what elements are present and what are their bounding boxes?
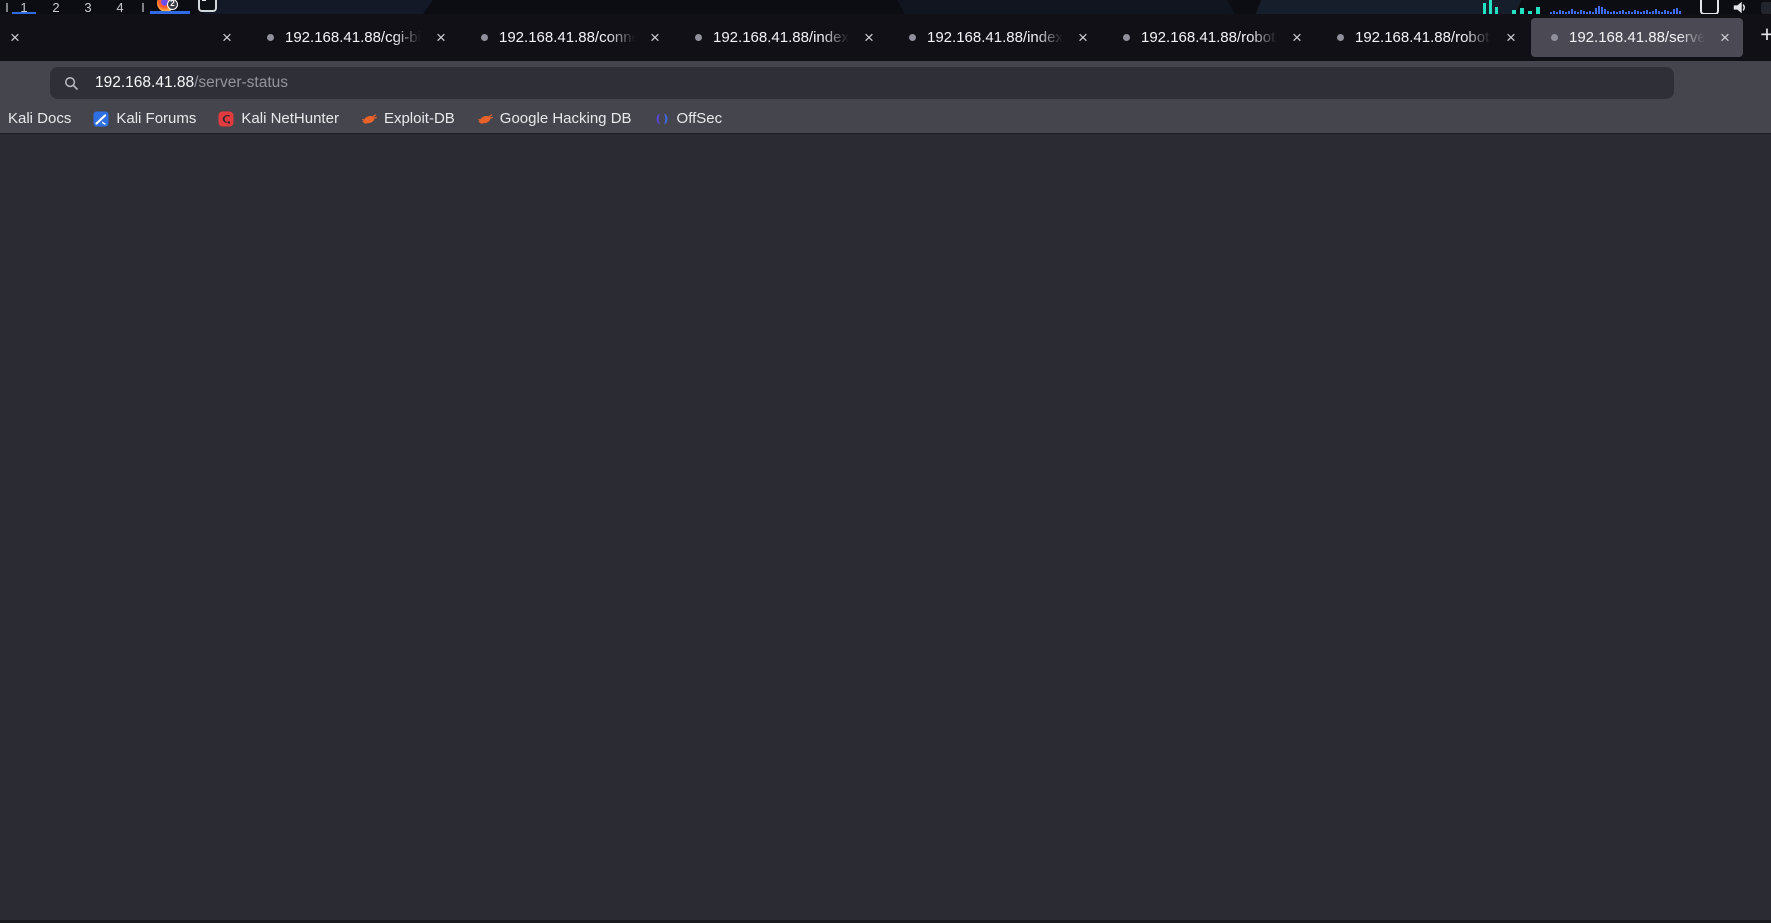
tray-partial-icon [1761, 2, 1771, 14]
search-icon [64, 76, 79, 91]
bookmark-item[interactable]: Exploit-DB [361, 107, 455, 131]
bookmark-label: Kali NetHunter [241, 110, 339, 127]
bookmark-label: Google Hacking DB [500, 110, 632, 127]
firefox-window-count-badge: 2 [167, 0, 178, 10]
wallpaper-shape [895, 0, 1235, 14]
bookmark-item[interactable]: Kali NetHunter [218, 107, 339, 131]
tab-close-button[interactable]: × [1073, 29, 1093, 46]
workspace-button-2[interactable]: 2 [40, 0, 72, 14]
tab-title: 192.168.41.88/server-status [1569, 29, 1709, 46]
bookmark-label: Kali Forums [116, 110, 196, 127]
browser-tab[interactable]: 192.168.41.88/index × [675, 18, 887, 57]
tab-close-button[interactable]: × [1287, 29, 1307, 46]
bookmark-label: OffSec [677, 110, 723, 127]
tab-title: 192.168.41.88/cgi-bin/ [285, 29, 425, 46]
browser-tab[interactable]: × [33, 18, 245, 57]
panel-left-section: 1234 2 [0, 0, 220, 14]
bookmark-label: Exploit-DB [384, 110, 455, 127]
page-favicon-icon [695, 34, 702, 41]
bookmark-item[interactable]: OffSec [654, 107, 723, 131]
browser-tab[interactable]: 192.168.41.88/connect × [461, 18, 673, 57]
workspace-switcher: 1234 [8, 0, 136, 14]
browser-tab[interactable]: 192.168.41.88/robots × [1103, 18, 1315, 57]
tab-title: 192.168.41.88/robots.txt [1355, 29, 1495, 46]
tab-strip: RL××192.168.41.88/cgi-bin/×192.168.41.88… [0, 18, 1744, 57]
browser-tab[interactable]: 192.168.41.88/index.php × [889, 18, 1101, 57]
page-favicon-icon [1551, 34, 1558, 41]
browser-tab[interactable]: 192.168.41.88/cgi-bin/ × [247, 18, 459, 57]
page-favicon-icon [267, 34, 274, 41]
equalizer-monitor-icon [1483, 0, 1498, 14]
panel-tray-section [1483, 0, 1771, 14]
offsec-icon [654, 111, 670, 127]
page-favicon-icon [1123, 34, 1130, 41]
url-text: 192.168.41.88/server-status [95, 74, 288, 92]
browser-tab-active[interactable]: 192.168.41.88/server-status × [1531, 18, 1743, 57]
wallpaper-shape [203, 0, 437, 14]
tab-close-button[interactable]: × [1501, 29, 1521, 46]
page-favicon-icon [909, 34, 916, 41]
bookmark-item[interactable]: Kali Docs [8, 107, 71, 131]
clipboard-tray-icon[interactable] [1700, 0, 1717, 14]
tab-close-button[interactable]: × [5, 29, 25, 46]
page-content [0, 135, 1771, 921]
workspace-button-1[interactable]: 1 [8, 0, 40, 14]
network-graph-icon [1550, 5, 1686, 14]
panel-separator [142, 3, 144, 12]
new-tab-button[interactable]: + [1752, 23, 1771, 53]
url-path: /server-status [194, 74, 288, 91]
tab-close-button[interactable]: × [859, 29, 879, 46]
browser-tab[interactable]: RL× [1, 18, 31, 57]
speaker-icon[interactable] [1731, 1, 1751, 14]
tab-close-button[interactable]: × [431, 29, 451, 46]
url-domain: 192.168.41.88 [95, 74, 194, 91]
navigation-toolbar: 192.168.41.88/server-status [0, 61, 1771, 104]
desktop-panel: 1234 2 [0, 0, 1771, 14]
tab-bar: RL××192.168.41.88/cgi-bin/×192.168.41.88… [0, 14, 1771, 61]
tab-title: 192.168.41.88/index.php [927, 29, 1067, 46]
bookmarks-toolbar: Kali Docs Kali Forums Kali NetHunter Exploi… [0, 104, 1771, 134]
page-favicon-icon [1337, 34, 1344, 41]
taskbar-terminal-button[interactable] [198, 0, 220, 14]
workspace-button-4[interactable]: 4 [104, 0, 136, 14]
kali-nethunter-icon [218, 111, 234, 127]
workspace-button-3[interactable]: 3 [72, 0, 104, 14]
taskbar-firefox-button[interactable]: 2 [150, 0, 190, 14]
bookmark-item[interactable]: Kali Forums [93, 107, 196, 131]
terminal-icon [198, 0, 217, 12]
google-hacking-db-icon [477, 111, 493, 127]
page-favicon-icon [481, 34, 488, 41]
terminal-prompt-mark [202, 0, 206, 1]
url-bar[interactable]: 192.168.41.88/server-status [50, 67, 1674, 99]
tab-close-button[interactable]: × [1715, 29, 1735, 46]
tab-title: 192.168.41.88/connect [499, 29, 639, 46]
bookmark-item[interactable]: Google Hacking DB [477, 107, 632, 131]
exploit-db-icon [361, 111, 377, 127]
tab-title: 192.168.41.88/index [713, 29, 853, 46]
tab-close-button[interactable]: × [217, 29, 237, 46]
bookmark-label: Kali Docs [8, 110, 71, 127]
kali-forums-icon [93, 111, 109, 127]
tab-close-button[interactable]: × [645, 29, 665, 46]
tab-title: 192.168.41.88/robots [1141, 29, 1281, 46]
browser-tab[interactable]: 192.168.41.88/robots.txt × [1317, 18, 1529, 57]
monitor-dots-icon [1512, 7, 1540, 14]
